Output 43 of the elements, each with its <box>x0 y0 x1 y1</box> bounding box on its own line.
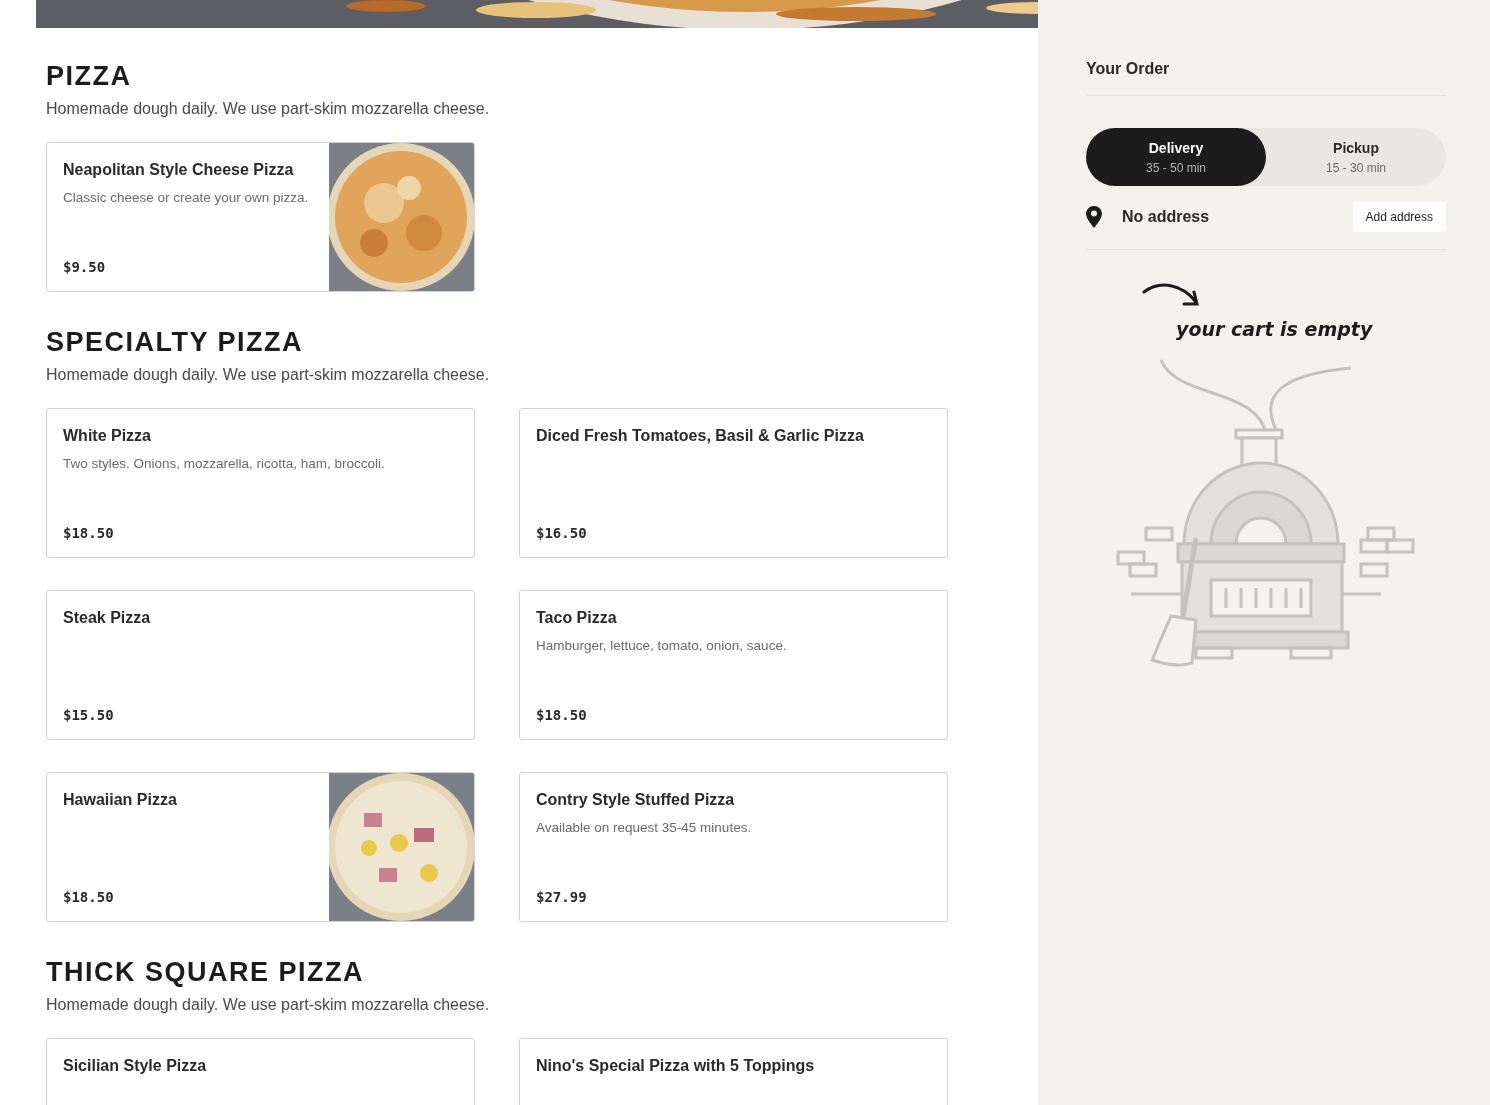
menu-item-card[interactable]: Steak Pizza $15.50 <box>46 590 475 740</box>
item-price: $27.99 <box>536 889 588 905</box>
add-address-button[interactable]: Add address <box>1352 202 1446 232</box>
location-pin-icon <box>1086 206 1102 228</box>
menu-item-card[interactable]: Diced Fresh Tomatoes, Basil & Garlic Pizza $16.50 <box>519 408 948 558</box>
item-name: Taco Pizza <box>536 609 618 627</box>
item-description: Hamburger, lettuce, tomato, onion, sauce. <box>536 637 788 655</box>
section-description: Homemade dough daily. We use part-skim mozzarella cheese. <box>46 100 491 118</box>
item-description: Classic cheese or create your own pizza. <box>63 189 310 207</box>
section-description: Homemade dough daily. We use part-skim mozzarella cheese. <box>46 366 491 384</box>
empty-cart-message: your cart is empty <box>1176 318 1373 340</box>
section-description: Homemade dough daily. We use part-skim mozzarella cheese. <box>46 996 491 1014</box>
item-name: Diced Fresh Tomatoes, Basil & Garlic Pizza <box>536 427 865 445</box>
item-name: Neapolitan Style Cheese Pizza <box>63 161 295 179</box>
item-price: $15.50 <box>63 707 115 723</box>
menu-item-card[interactable]: Neapolitan Style Cheese Pizza Classic cheese or create your own pizza. $9.50 <box>46 142 475 292</box>
arrow-icon <box>1142 282 1200 308</box>
item-name: White Pizza <box>63 427 152 445</box>
menu-item-card[interactable]: Nino's Special Pizza with 5 Toppings <box>519 1038 948 1105</box>
menu-item-card[interactable]: Contry Style Stuffed Pizza Available on request 35-45 minutes. $27.99 <box>519 772 948 922</box>
item-name: Contry Style Stuffed Pizza <box>536 791 736 809</box>
section-heading: PIZZA <box>46 60 133 93</box>
item-price: $18.50 <box>536 707 588 723</box>
item-price: $18.50 <box>63 889 115 905</box>
item-price: $16.50 <box>536 525 588 541</box>
item-description: Two styles. Onions, mozzarella, ricotta, ham, broccoli. <box>63 455 386 473</box>
section-heading: THICK SQUARE PIZZA <box>46 956 365 989</box>
item-price: $18.50 <box>63 525 115 541</box>
item-name: Nino's Special Pizza with 5 Toppings <box>536 1057 816 1075</box>
menu-item-card[interactable]: Sicilian Style Pizza <box>46 1038 475 1105</box>
item-name: Sicilian Style Pizza <box>63 1057 208 1075</box>
address-text: No address <box>1122 208 1211 226</box>
item-price: $9.50 <box>63 259 107 275</box>
item-description: Available on request 35-45 minutes. <box>536 819 753 837</box>
menu-item-card[interactable]: Taco Pizza Hamburger, lettuce, tomato, onion, sauce. $18.50 <box>519 590 948 740</box>
mode-tab[interactable]: Pickup 15 - 30 min <box>1266 128 1446 186</box>
item-name: Steak Pizza <box>63 609 152 627</box>
item-name: Hawaiian Pizza <box>63 791 178 809</box>
section-heading: SPECIALTY PIZZA <box>46 326 305 359</box>
menu-item-card[interactable]: Hawaiian Pizza $18.50 <box>46 772 475 922</box>
order-title: Your Order <box>1086 60 1171 78</box>
menu-item-card[interactable]: White Pizza Two styles. Onions, mozzarella, ricotta, ham, broccoli. $18.50 <box>46 408 475 558</box>
mode-tab[interactable]: Delivery 35 - 50 min <box>1086 128 1266 186</box>
